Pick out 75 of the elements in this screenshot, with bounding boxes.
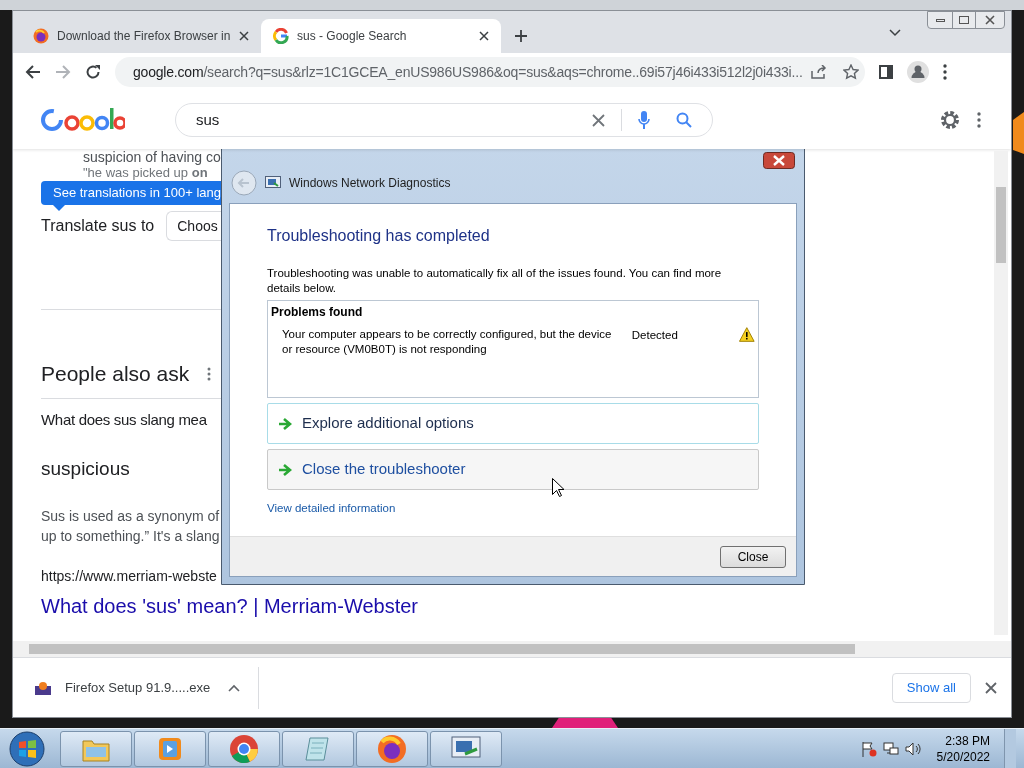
arrow-right-icon <box>278 417 292 430</box>
back-icon[interactable] <box>25 64 41 80</box>
close-icon[interactable] <box>984 15 996 25</box>
speaker-icon[interactable] <box>904 740 921 757</box>
google-icon <box>273 28 289 44</box>
media-player-icon <box>157 735 183 762</box>
clock-date[interactable]: 5/20/2022 <box>936 748 990 765</box>
download-item[interactable]: Firefox Setup 91.9.....exe <box>65 677 211 698</box>
window-title: Windows Network Diagnostics <box>289 175 451 192</box>
details-link[interactable]: View detailed information <box>267 500 396 518</box>
menu-icon[interactable] <box>943 64 947 80</box>
search-icon[interactable] <box>676 112 692 128</box>
taskbar-button[interactable] <box>282 730 354 767</box>
close-icon[interactable] <box>985 681 997 694</box>
chrome-icon <box>229 733 259 764</box>
option-button[interactable]: Explore additional options <box>267 403 759 444</box>
mouse-pointer-icon <box>552 478 564 497</box>
warning-icon <box>739 327 755 342</box>
chevron-up-icon[interactable] <box>228 683 241 692</box>
flag-icon[interactable] <box>860 740 877 757</box>
new-tab-icon[interactable] <box>515 30 527 42</box>
clock-time[interactable]: 2:38 PM <box>945 732 990 749</box>
example-text: "he was picked up on <box>83 165 209 180</box>
close-icon[interactable] <box>763 152 795 169</box>
result-link[interactable]: What does 'sus' mean? | Merriam-Webster <box>41 590 461 621</box>
network-icon <box>265 176 281 190</box>
network-icon[interactable] <box>882 740 899 757</box>
installer-icon <box>35 680 51 695</box>
close-button[interactable]: Close <box>720 545 786 568</box>
microphone-icon[interactable] <box>638 111 650 129</box>
taskbar-button[interactable] <box>356 730 428 767</box>
address-bar[interactable]: google.com/search?q=sus&rlz=1C1GCEA_enUS986US986&oq=sus&aqs=chrome..69i57j46i433i512l2j0i433i... <box>115 57 865 87</box>
taskbar-button[interactable] <box>134 730 206 767</box>
side-panel-icon[interactable] <box>879 65 893 79</box>
more-icon[interactable] <box>207 366 212 381</box>
dialog-message: Troubleshooting was unable to automatically fix all of the issues found. You can find more details below. <box>267 266 723 296</box>
browser-tab[interactable]: sus - Google Search <box>261 19 501 53</box>
taskbar-button[interactable] <box>430 730 502 767</box>
settings-icon[interactable] <box>939 109 961 131</box>
star-icon[interactable] <box>842 64 859 80</box>
option-button[interactable]: Close the troubleshooter <box>267 449 759 490</box>
url-text: google.com/search?q=sus&rlz=1C1GCEA_enUS986US986&oq=sus&aqs=chrome..69i57j46i433i512l2j0i433i... <box>133 62 803 82</box>
arrow-right-icon <box>278 463 292 476</box>
firefox-icon <box>377 733 407 764</box>
panel-heading: Problems found <box>271 304 364 321</box>
source-url: https://www.merriam-webste <box>41 566 218 586</box>
tooltip-pointer-icon <box>53 205 65 211</box>
problem-status: Detected <box>631 328 679 343</box>
tab-search-icon[interactable] <box>889 29 901 37</box>
clear-icon[interactable] <box>592 113 605 127</box>
answer-text: Sus is used as a synonym of <box>41 506 221 526</box>
start-button[interactable] <box>8 729 46 768</box>
browser-tab[interactable]: Download the Firefox Browser in <box>21 19 261 53</box>
question-text[interactable]: What does sus slang mea <box>41 408 221 431</box>
taskbar-button[interactable] <box>60 730 132 767</box>
share-icon[interactable] <box>810 65 827 79</box>
definition-text: suspicion of having co <box>83 149 221 165</box>
problem-description: Your computer appears to be correctly configured, but the device or resource (VM0B0T) is not responding <box>282 327 613 357</box>
firefox-icon <box>33 28 49 44</box>
dialog-heading: Troubleshooting has completed <box>267 226 491 246</box>
more-icon[interactable] <box>977 112 981 128</box>
show-desktop-button[interactable] <box>1004 728 1016 768</box>
translate-label: Translate sus to <box>41 216 155 236</box>
notepad-icon <box>304 734 332 763</box>
section-heading: People also ask <box>41 361 190 387</box>
profile-icon[interactable] <box>907 61 929 83</box>
google-logo[interactable] <box>41 106 127 134</box>
close-icon[interactable] <box>239 31 249 41</box>
show-all-button[interactable]: Show all <box>891 672 971 703</box>
answer-text: up to something.” It's a slang <box>41 526 221 546</box>
maximize-button[interactable] <box>952 12 976 28</box>
reload-icon[interactable] <box>85 64 101 80</box>
close-icon[interactable] <box>479 31 489 41</box>
taskbar-button[interactable] <box>208 730 280 767</box>
answer-title: suspicious <box>41 457 131 481</box>
